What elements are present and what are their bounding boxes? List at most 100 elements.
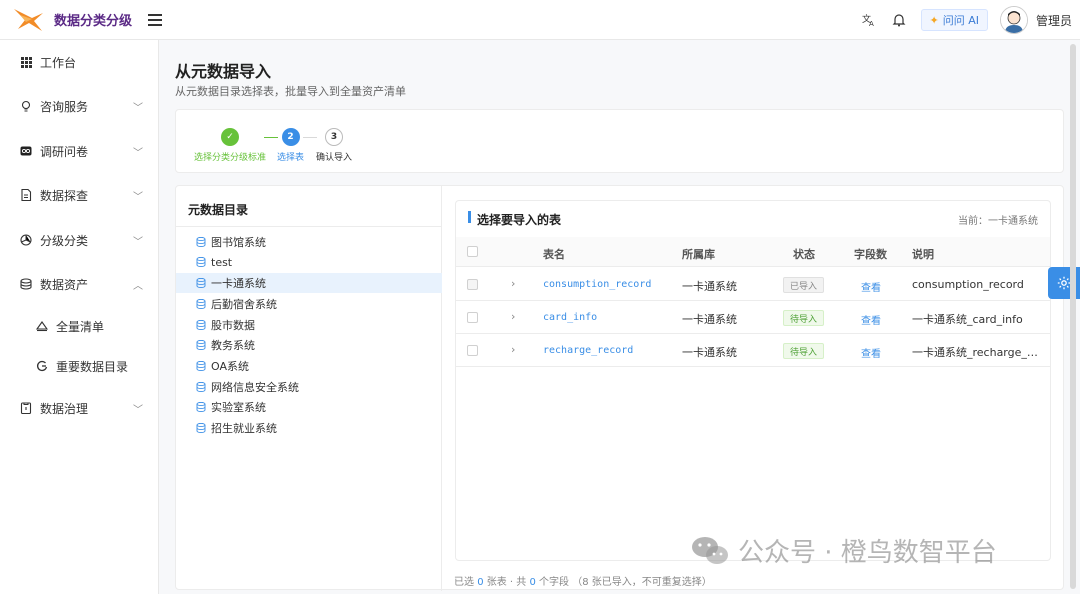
sidebar-item-important-data[interactable]: 重要数据目录 bbox=[0, 346, 159, 386]
database-icon bbox=[196, 257, 206, 267]
row-checkbox[interactable] bbox=[467, 312, 478, 323]
table-description: 一卡通系统_recharge_… bbox=[912, 346, 1038, 359]
sidebar-item-label: 分级分类 bbox=[40, 233, 89, 248]
sidebar-item-classification[interactable]: 分级分类 ﹀ bbox=[0, 220, 159, 260]
status-badge: 待导入 bbox=[783, 310, 825, 326]
chevron-down-icon: ﹀ bbox=[133, 236, 143, 248]
view-fields-link[interactable]: 查看 bbox=[861, 312, 881, 327]
sidebar-item-consulting[interactable]: 咨询服务 ﹀ bbox=[0, 86, 159, 126]
sidebar-item-full-list[interactable]: 全量清单 bbox=[0, 306, 159, 346]
sidebar-item-label: 工作台 bbox=[40, 55, 77, 70]
sidebar-item-exploration[interactable]: 数据探查 ﹀ bbox=[0, 175, 159, 215]
step-number: 3 bbox=[325, 128, 343, 146]
chevron-down-icon: ﹀ bbox=[133, 102, 143, 114]
catalog-item[interactable]: 股市数据 bbox=[176, 315, 442, 335]
view-fields-link[interactable]: 查看 bbox=[861, 345, 881, 360]
step-label: 选择分类分级标准 bbox=[194, 153, 267, 163]
sidebar-item-label: 重要数据目录 bbox=[56, 359, 129, 374]
list-icon bbox=[36, 320, 48, 332]
row-checkbox-disabled bbox=[467, 279, 478, 290]
catalog-title: 元数据目录 bbox=[188, 203, 249, 217]
menu-toggle-icon[interactable] bbox=[148, 13, 163, 26]
catalog-item[interactable]: 网络信息安全系统 bbox=[176, 377, 442, 397]
column-header: 说明 bbox=[912, 248, 934, 261]
catalog-item-selected[interactable]: 一卡通系统 bbox=[176, 273, 442, 293]
database-icon bbox=[196, 402, 206, 412]
step-select-table[interactable]: 2 选择表 bbox=[277, 128, 304, 163]
fields-count: 0 bbox=[529, 577, 536, 588]
table-name-link[interactable]: recharge_record bbox=[543, 345, 633, 356]
user-name[interactable]: 管理员 bbox=[1036, 12, 1072, 29]
ask-ai-button[interactable]: ✦ 问问 AI bbox=[920, 9, 988, 31]
lightbulb-icon bbox=[20, 100, 32, 112]
sidebar-item-label: 数据资产 bbox=[40, 277, 89, 292]
selected-prefix: 已选 bbox=[454, 577, 474, 588]
sidebar-item-governance[interactable]: 数据治理 ﹀ bbox=[0, 388, 159, 428]
sidebar-item-assets[interactable]: 数据资产 ︿ bbox=[0, 264, 159, 304]
bell-icon[interactable] bbox=[891, 12, 907, 28]
sidebar-item-label: 调研问卷 bbox=[40, 144, 89, 159]
current-database: 当前：一卡通系统 bbox=[958, 216, 1038, 227]
aperture-icon bbox=[20, 234, 32, 246]
table-row: › recharge_record 一卡通系统 待导入 查看 一卡通系统_rec… bbox=[456, 334, 1050, 367]
sparkle-icon: ✦ bbox=[929, 13, 939, 27]
svg-text:A: A bbox=[869, 20, 874, 27]
import-note: （8 张已导入，不可重复选择） bbox=[572, 577, 712, 588]
table-name-link[interactable]: consumption_record bbox=[543, 279, 651, 290]
table-row: › consumption_record 一卡通系统 已导入 查看 consum… bbox=[456, 268, 1050, 301]
catalog-item[interactable]: 实验室系统 bbox=[176, 397, 442, 417]
chevron-right-icon[interactable]: › bbox=[511, 277, 515, 290]
sidebar-item-label: 数据探查 bbox=[40, 188, 89, 203]
database-icon bbox=[196, 237, 206, 247]
status-badge: 待导入 bbox=[783, 343, 825, 359]
catalog-item-label: 股市数据 bbox=[211, 319, 255, 332]
page-title: 从元数据导入 bbox=[175, 62, 272, 81]
catalog-item[interactable]: test bbox=[176, 252, 442, 272]
step-confirm-import[interactable]: 3 确认导入 bbox=[316, 128, 352, 163]
selection-summary: 已选 0 张表 · 共 0 个字段 （8 张已导入，不可重复选择） bbox=[454, 573, 712, 588]
sidebar-item-label: 全量清单 bbox=[56, 319, 105, 334]
tables-unit: 张表 · 共 bbox=[486, 577, 527, 588]
table-name-link[interactable]: card_info bbox=[543, 312, 597, 323]
chevron-right-icon[interactable]: › bbox=[511, 310, 515, 323]
tables-panel: 选择要导入的表 当前：一卡通系统 表名 所属库 状态 字段数 说明 › cons… bbox=[455, 200, 1051, 561]
app-title: 数据分类分级 bbox=[54, 14, 133, 29]
translate-icon[interactable]: 文A bbox=[861, 12, 877, 28]
gear-icon bbox=[1057, 276, 1071, 290]
database-icon bbox=[196, 382, 206, 392]
step-select-standard[interactable]: ✓ 选择分类分级标准 bbox=[194, 128, 266, 163]
database-icon bbox=[196, 340, 206, 350]
column-header: 字段数 bbox=[854, 248, 887, 261]
sidebar-item-workbench[interactable]: 工作台 bbox=[0, 42, 159, 82]
select-all-checkbox[interactable] bbox=[467, 246, 478, 257]
wechat-icon bbox=[692, 536, 728, 564]
table-description: 一卡通系统_card_info bbox=[912, 313, 1023, 326]
clipboard-icon bbox=[20, 402, 32, 414]
catalog-item-label: 图书馆系统 bbox=[211, 236, 266, 249]
title-accent-bar bbox=[468, 211, 471, 223]
sidebar: 工作台 咨询服务 ﹀ 调研问卷 ﹀ 数据探查 ﹀ 分级分类 ﹀ 数据资产 ︿ 全… bbox=[0, 40, 159, 594]
catalog-panel: 元数据目录 图书馆系统 test 一卡通系统 后勤宿舍系统 股市数据 教务系统 bbox=[176, 186, 442, 591]
database-icon bbox=[196, 278, 206, 288]
catalog-item[interactable]: OA系统 bbox=[176, 356, 442, 376]
ask-ai-label: 问问 AI bbox=[942, 14, 979, 27]
check-icon: ✓ bbox=[221, 128, 239, 146]
step-label: 确认导入 bbox=[316, 153, 353, 163]
watermark-text: 公众号 · 橙鸟数智平台 bbox=[738, 538, 997, 568]
catalog-item[interactable]: 图书馆系统 bbox=[176, 232, 442, 252]
page-scrollbar[interactable] bbox=[1070, 44, 1076, 589]
column-header: 状态 bbox=[793, 248, 815, 261]
avatar[interactable] bbox=[999, 6, 1028, 34]
catalog-item-label: 招生就业系统 bbox=[211, 422, 277, 435]
catalog-item-label: 后勤宿舍系统 bbox=[211, 298, 277, 311]
catalog-item[interactable]: 后勤宿舍系统 bbox=[176, 294, 442, 314]
watermark: 公众号 · 橙鸟数智平台 bbox=[690, 532, 997, 569]
step-label: 选择表 bbox=[277, 153, 305, 163]
view-fields-link[interactable]: 查看 bbox=[861, 279, 881, 294]
sidebar-item-survey[interactable]: 调研问卷 ﹀ bbox=[0, 131, 159, 171]
catalog-item[interactable]: 招生就业系统 bbox=[176, 418, 442, 438]
row-checkbox[interactable] bbox=[467, 345, 478, 356]
catalog-item[interactable]: 教务系统 bbox=[176, 335, 442, 355]
survey-icon bbox=[20, 145, 32, 157]
chevron-right-icon[interactable]: › bbox=[511, 343, 515, 356]
